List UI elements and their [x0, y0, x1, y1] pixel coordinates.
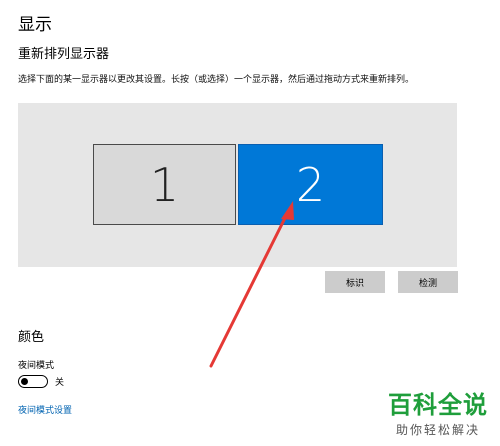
monitor-arrange-area[interactable]: 1 2: [18, 103, 457, 267]
identify-button[interactable]: 标识: [325, 271, 385, 293]
display-settings-page: 显示 重新排列显示器 选择下面的某一显示器以更改其设置。长按（或选择）一个显示器…: [0, 0, 500, 446]
color-heading: 颜色: [18, 330, 45, 345]
watermark-main: 百科全说: [388, 391, 488, 419]
monitor-1[interactable]: 1: [93, 144, 236, 225]
night-mode-state: 关: [55, 378, 65, 388]
watermark-logo: 百科全说 助你轻松解决: [388, 385, 488, 438]
night-mode-settings-link[interactable]: 夜间模式设置: [18, 403, 72, 416]
rearrange-instruction: 选择下面的某一显示器以更改其设置。长按（或选择）一个显示器，然后通过拖动方式来重…: [18, 75, 415, 85]
night-mode-label: 夜间模式: [18, 361, 55, 371]
detect-button[interactable]: 检测: [398, 271, 458, 293]
watermark-sub: 助你轻松解决: [395, 423, 480, 437]
page-title: 显示: [18, 15, 52, 35]
monitor-2-selected[interactable]: 2: [238, 144, 383, 225]
rearrange-heading: 重新排列显示器: [18, 47, 110, 62]
night-mode-toggle-row: 关: [18, 375, 64, 388]
toggle-knob: [21, 377, 28, 385]
night-mode-toggle[interactable]: [18, 375, 48, 388]
